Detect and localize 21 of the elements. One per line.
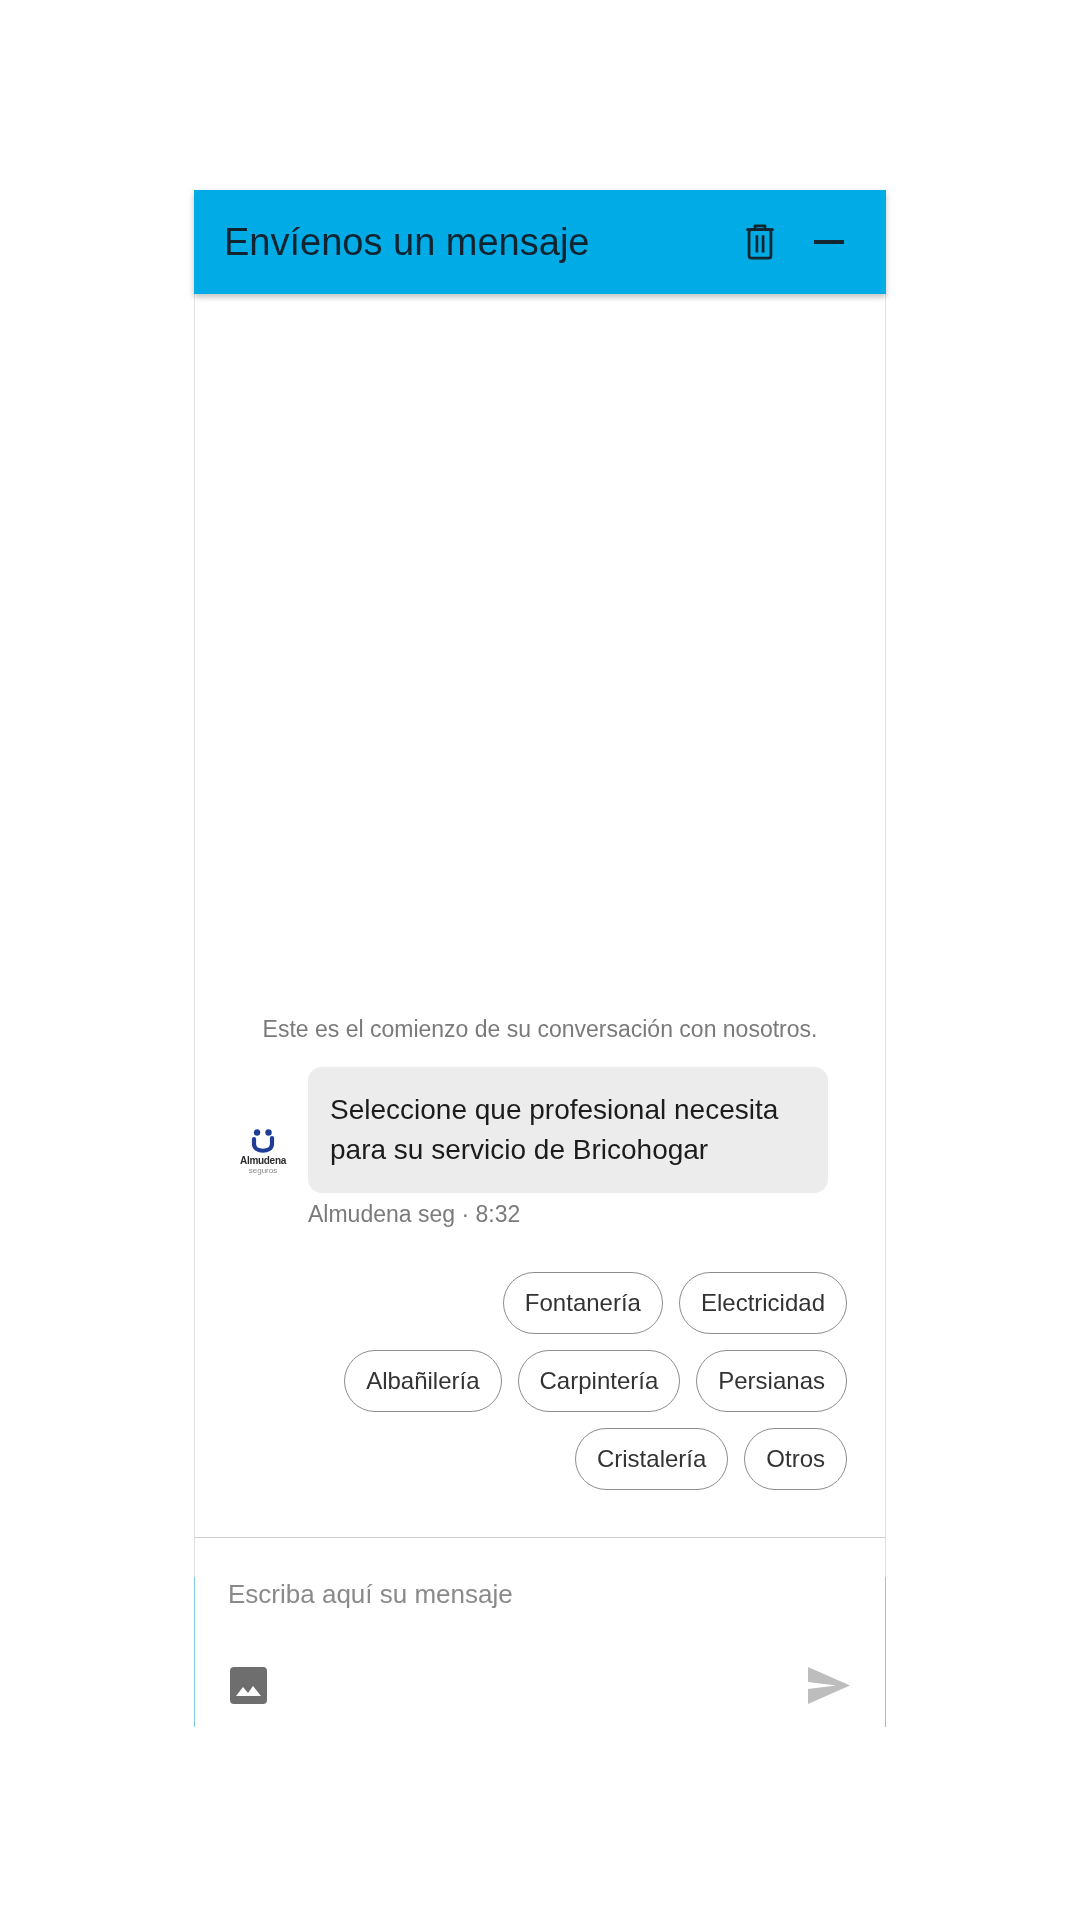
quick-reply-chip[interactable]: Electricidad bbox=[678, 1272, 847, 1334]
send-icon bbox=[808, 1667, 850, 1704]
message-input[interactable]: Escriba aquí su mensaje bbox=[195, 1577, 885, 1611]
image-icon bbox=[230, 1667, 267, 1704]
message-bubble: Seleccione que profesional necesita para su servicio de Bricohogar bbox=[308, 1067, 828, 1193]
delete-button[interactable] bbox=[745, 224, 775, 260]
conversation-intro: Este es el comienzo de su conversación con nosotros. bbox=[262, 1015, 818, 1044]
trash-icon bbox=[745, 224, 775, 260]
logo-text: Almudena bbox=[240, 1155, 286, 1166]
logo-icon bbox=[250, 1129, 276, 1153]
quick-reply-chip[interactable]: Cristalería bbox=[574, 1428, 729, 1490]
quick-reply-chip[interactable]: Fontanería bbox=[502, 1272, 663, 1334]
minimize-icon bbox=[814, 240, 844, 244]
quick-reply-chip[interactable]: Carpintería bbox=[517, 1350, 681, 1412]
header-title: Envíenos un mensaje bbox=[224, 220, 591, 264]
quick-reply-chip[interactable]: Albañilería bbox=[344, 1350, 502, 1412]
quick-reply-chip[interactable]: Otros bbox=[744, 1428, 847, 1490]
logo-tagline: seguros bbox=[248, 1166, 278, 1175]
attach-image-button[interactable] bbox=[230, 1667, 267, 1704]
quick-reply-chip[interactable]: Persianas bbox=[696, 1350, 847, 1412]
message-meta: Almudena seg · 8:32 bbox=[308, 1200, 521, 1229]
